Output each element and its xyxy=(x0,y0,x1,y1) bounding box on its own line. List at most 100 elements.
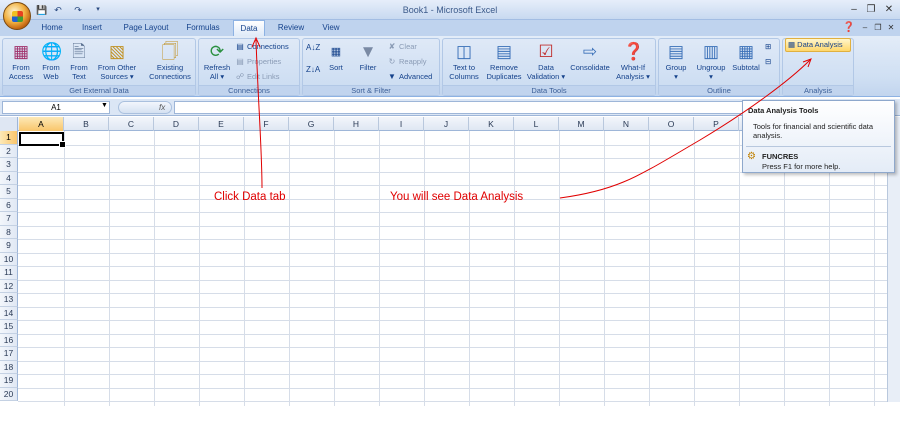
tab-insert[interactable]: Insert xyxy=(74,20,110,36)
connections-icon: ▤ xyxy=(236,42,244,51)
row-header-9[interactable]: 9 xyxy=(0,239,18,253)
text-to-columns-button[interactable]: ◫ Text to Columns xyxy=(445,41,483,81)
sort-descending-icon[interactable]: Z↓A xyxy=(306,65,320,75)
row-header-8[interactable]: 8 xyxy=(0,225,18,239)
data-analysis-tooltip: Data Analysis Tools Tools for financial … xyxy=(742,100,895,173)
edit-links-button[interactable]: ☍ Edit Links xyxy=(235,72,280,82)
row-header-6[interactable]: 6 xyxy=(0,198,18,212)
row-header-4[interactable]: 4 xyxy=(0,171,18,185)
insert-function-button[interactable]: fx xyxy=(118,101,172,114)
row-header-7[interactable]: 7 xyxy=(0,212,18,226)
minimize-icon[interactable]: – xyxy=(847,4,861,16)
sort-ascending-icon[interactable]: A↓Z xyxy=(306,43,320,53)
tab-review[interactable]: Review xyxy=(272,20,310,36)
tab-home[interactable]: Home xyxy=(35,20,69,36)
row-header-18[interactable]: 18 xyxy=(0,360,18,374)
ribbon-close-icon[interactable]: ✕ xyxy=(884,22,898,34)
row-header-2[interactable]: 2 xyxy=(0,144,18,158)
column-header-j[interactable]: J xyxy=(424,117,469,131)
filter-button[interactable]: ▼ Filter xyxy=(355,41,381,73)
annotation-click-data-tab: Click Data tab xyxy=(214,191,286,203)
row-header-3[interactable]: 3 xyxy=(0,158,18,172)
what-if-analysis-button[interactable]: ❓ What-If Analysis ▾ xyxy=(613,41,653,81)
row-header-14[interactable]: 14 xyxy=(0,306,18,320)
tab-view[interactable]: View xyxy=(316,20,346,36)
name-box[interactable]: A1 xyxy=(2,101,110,114)
remove-duplicates-button[interactable]: ▤ Remove Duplicates xyxy=(483,41,525,81)
select-all-button[interactable] xyxy=(0,117,18,131)
ribbon-minimize-icon[interactable]: – xyxy=(858,22,872,34)
sort-button[interactable]: ▦ Sort xyxy=(323,41,349,73)
remove-duplicates-icon: ▤ xyxy=(495,42,513,61)
column-header-f[interactable]: F xyxy=(244,117,289,131)
restore-icon[interactable]: ❐ xyxy=(864,4,878,16)
column-header-p[interactable]: P xyxy=(694,117,739,131)
existing-connections-button[interactable]: 🗍 Existing Connections xyxy=(146,41,194,81)
column-gridline xyxy=(739,131,740,406)
subtotal-button[interactable]: ▦ Subtotal xyxy=(729,41,763,73)
connections-button[interactable]: ▤ Connections xyxy=(235,42,288,52)
help-icon[interactable]: ❓ xyxy=(842,22,856,34)
ribbon-tab-bar: Home Insert Page Layout Formulas Data Re… xyxy=(0,20,900,37)
row-header-13[interactable]: 13 xyxy=(0,293,18,307)
group-sort-filter: A↓Z Z↓A ▦ Sort ▼ Filter ✘ Clear ↻ Reapply … xyxy=(302,38,440,96)
clear-icon: ✘ xyxy=(388,42,396,51)
office-button[interactable] xyxy=(3,2,31,30)
refresh-icon: ⟳ xyxy=(209,42,225,61)
active-cell-a1[interactable] xyxy=(19,132,66,148)
tooltip-help: Press F1 for more help. xyxy=(762,162,841,171)
consolidate-button[interactable]: ⇨ Consolidate xyxy=(567,41,613,73)
tab-formulas[interactable]: Formulas xyxy=(180,20,226,36)
close-icon[interactable]: ✕ xyxy=(882,4,896,16)
from-access-button[interactable]: ▦ From Access xyxy=(6,41,36,81)
row-header-19[interactable]: 19 xyxy=(0,374,18,388)
row-gridline xyxy=(18,374,895,375)
column-header-i[interactable]: I xyxy=(379,117,424,131)
reapply-button[interactable]: ↻ Reapply xyxy=(387,57,427,67)
tab-data[interactable]: Data xyxy=(233,20,265,37)
row-header-17[interactable]: 17 xyxy=(0,347,18,361)
row-header-10[interactable]: 10 xyxy=(0,252,18,266)
row-header-20[interactable]: 20 xyxy=(0,387,18,401)
row-gridline xyxy=(18,320,895,321)
column-header-l[interactable]: L xyxy=(514,117,559,131)
from-other-sources-button[interactable]: ▧ From Other Sources ▾ xyxy=(93,41,141,81)
column-header-o[interactable]: O xyxy=(649,117,694,131)
group-button[interactable]: ▤ Group ▾ xyxy=(661,41,691,81)
column-header-e[interactable]: E xyxy=(199,117,244,131)
ribbon-restore-icon[interactable]: ❐ xyxy=(871,22,885,34)
ungroup-button[interactable]: ▥ Ungroup ▾ xyxy=(693,41,729,81)
data-analysis-button[interactable]: ▦ Data Analysis xyxy=(785,38,851,52)
hide-detail-icon[interactable]: ⊟ xyxy=(765,57,771,67)
group-label: Analysis xyxy=(783,85,853,95)
column-header-b[interactable]: B xyxy=(64,117,109,131)
row-header-1[interactable]: 1 xyxy=(0,131,18,145)
from-text-button[interactable]: 🖹 From Text xyxy=(65,41,93,81)
row-gridline xyxy=(18,347,895,348)
column-header-m[interactable]: M xyxy=(559,117,604,131)
filter-funnel-icon: ▼ xyxy=(359,42,377,61)
row-header-16[interactable]: 16 xyxy=(0,333,18,347)
column-header-a[interactable]: A xyxy=(19,117,64,131)
refresh-all-button[interactable]: ⟳ Refresh All ▾ xyxy=(202,41,232,81)
column-header-g[interactable]: G xyxy=(289,117,334,131)
clear-button[interactable]: ✘ Clear xyxy=(387,42,417,52)
row-header-11[interactable]: 11 xyxy=(0,266,18,280)
show-detail-icon[interactable]: ⊞ xyxy=(765,42,771,52)
from-web-button[interactable]: 🌐 From Web xyxy=(37,41,65,81)
row-header-12[interactable]: 12 xyxy=(0,279,18,293)
column-header-k[interactable]: K xyxy=(469,117,514,131)
column-header-h[interactable]: H xyxy=(334,117,379,131)
consolidate-icon: ⇨ xyxy=(582,42,598,61)
column-header-c[interactable]: C xyxy=(109,117,154,131)
column-header-n[interactable]: N xyxy=(604,117,649,131)
properties-button[interactable]: ▤ Properties xyxy=(235,57,281,67)
tab-page-layout[interactable]: Page Layout xyxy=(118,20,174,36)
name-box-dropdown-icon[interactable]: ▼ xyxy=(101,102,108,109)
row-header-5[interactable]: 5 xyxy=(0,185,18,199)
data-validation-button[interactable]: ☑ Data Validation ▾ xyxy=(525,41,567,81)
row-header-15[interactable]: 15 xyxy=(0,320,18,334)
column-header-d[interactable]: D xyxy=(154,117,199,131)
data-analysis-icon: ▦ xyxy=(788,40,798,49)
advanced-button[interactable]: ▼ Advanced xyxy=(387,72,432,82)
